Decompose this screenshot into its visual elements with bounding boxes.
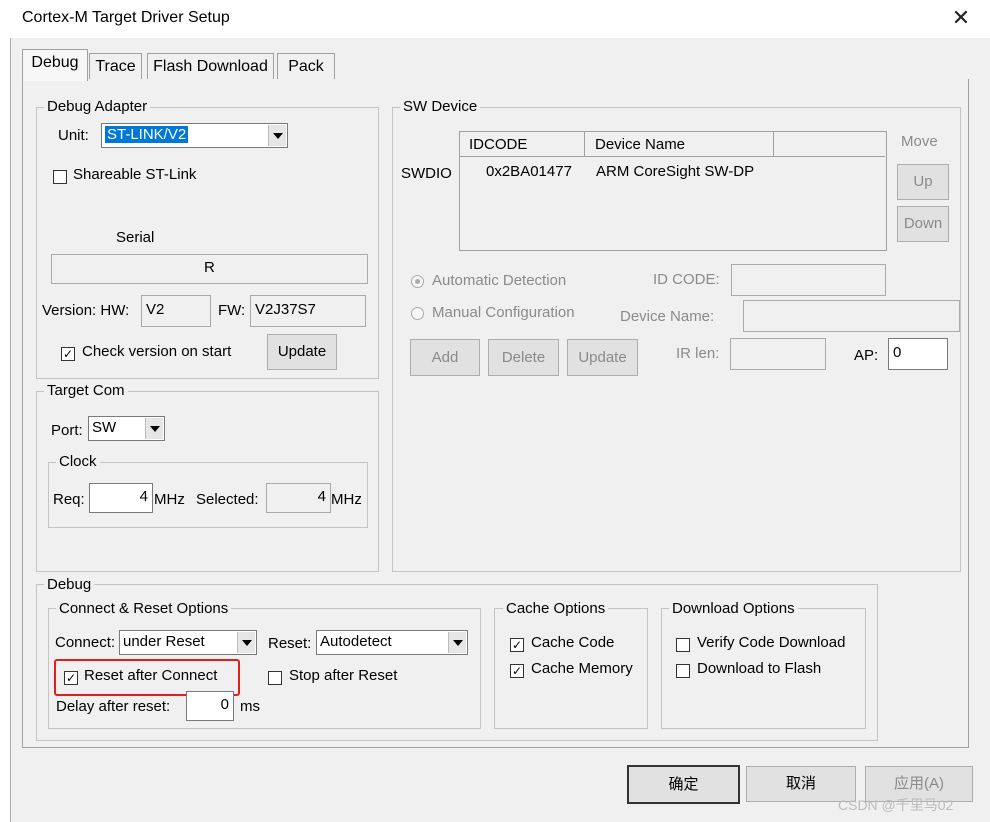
reset-select[interactable]: Autodetect <box>316 630 468 655</box>
download-options-label: Download Options <box>669 600 798 617</box>
hw-value: V2 <box>146 301 165 318</box>
swdio-label: SWDIO <box>401 165 452 182</box>
req-value: 4 <box>139 488 148 505</box>
unit-select-value: ST-LINK/V2 <box>105 126 189 143</box>
delay-value: 0 <box>220 696 229 713</box>
move-label: Move <box>901 133 938 150</box>
ap-value: 0 <box>893 344 902 361</box>
debug-label: Debug <box>44 576 95 593</box>
connect-reset-label: Connect & Reset Options <box>56 600 232 617</box>
fw-value: V2J37S7 <box>255 301 316 318</box>
check-version-label: Check version on start <box>82 343 232 360</box>
column-header-idcode[interactable]: IDCODE <box>460 132 585 157</box>
cache-options-label: Cache Options <box>503 600 609 617</box>
adapter-update-button[interactable]: Update <box>267 334 337 370</box>
cache-code-label: Cache Code <box>531 634 615 651</box>
stop-after-reset-label: Stop after Reset <box>289 667 398 684</box>
verify-download-checkbox[interactable] <box>676 638 690 652</box>
download-flash-checkbox[interactable] <box>676 664 690 678</box>
cache-memory-label: Cache Memory <box>531 660 633 677</box>
column-header-empty <box>774 132 885 157</box>
delay-label: Delay after reset: <box>56 698 171 715</box>
connect-select[interactable]: under Reset <box>119 630 257 655</box>
row-idcode[interactable]: 0x2BA01477 <box>486 163 572 180</box>
delay-input[interactable]: 0 <box>186 691 234 721</box>
delete-button[interactable]: Delete <box>488 339 559 376</box>
window-title: Cortex-M Target Driver Setup <box>22 9 230 26</box>
version-hw-label: Version: HW: <box>42 302 130 319</box>
unit-label: Unit: <box>58 127 89 144</box>
device-name-label: Device Name: <box>620 308 715 325</box>
reset-select-value: Autodetect <box>320 633 392 650</box>
ok-button[interactable]: 确定 <box>627 765 740 804</box>
port-select-value: SW <box>92 419 117 436</box>
cache-code-checkbox[interactable]: ✓ <box>510 638 524 652</box>
chevron-down-icon <box>237 632 255 653</box>
chevron-down-icon <box>145 418 163 439</box>
ap-label: AP: <box>854 347 879 364</box>
serial-field: R <box>51 254 368 284</box>
req-input[interactable]: 4 <box>89 483 153 513</box>
shareable-label: Shareable ST-Link <box>73 166 197 183</box>
tab-debug[interactable]: Debug <box>22 49 88 81</box>
req-label: Req: <box>53 491 85 508</box>
cache-memory-checkbox[interactable]: ✓ <box>510 664 524 678</box>
row-device-name[interactable]: ARM CoreSight SW-DP <box>596 163 754 180</box>
unit-select[interactable]: ST-LINK/V2 <box>101 123 288 148</box>
port-select[interactable]: SW <box>88 416 165 441</box>
down-button[interactable]: Down <box>897 206 949 242</box>
auto-detect-radio[interactable] <box>411 275 424 288</box>
id-code-label: ID CODE: <box>653 271 720 288</box>
up-button[interactable]: Up <box>897 164 949 200</box>
tab-flash-download[interactable]: Flash Download <box>147 53 274 80</box>
idcode-header: IDCODE <box>469 136 528 153</box>
check-version-checkbox[interactable]: ✓ <box>61 347 75 361</box>
serial-label: Serial <box>116 229 155 246</box>
hw-field: V2 <box>141 295 211 327</box>
verify-download-label: Verify Code Download <box>697 634 846 651</box>
selected-field: 4 <box>266 483 331 513</box>
fw-label: FW: <box>218 302 246 319</box>
debug-adapter-label: Debug Adapter <box>44 98 151 115</box>
tab-pack[interactable]: Pack <box>277 53 335 80</box>
ms-label: ms <box>240 698 260 715</box>
connect-select-value: under Reset <box>123 633 205 650</box>
sw-device-list[interactable]: IDCODE Device Name 0x2BA01477 ARM CoreSi… <box>459 131 887 251</box>
sw-update-button[interactable]: Update <box>567 339 638 376</box>
fw-field: V2J37S7 <box>250 295 366 327</box>
sw-device-label: SW Device <box>400 98 481 115</box>
serial-value: R <box>204 259 215 276</box>
stop-after-reset-checkbox[interactable] <box>268 671 282 685</box>
tab-trace[interactable]: Trace <box>89 53 142 80</box>
manual-config-radio[interactable] <box>411 307 424 320</box>
watermark: CSDN @千里马02 <box>838 797 954 813</box>
ir-len-field[interactable] <box>730 338 826 370</box>
reset-label: Reset: <box>268 635 312 652</box>
selected-value: 4 <box>317 488 326 505</box>
port-label: Port: <box>51 422 83 439</box>
connect-label: Connect: <box>55 634 116 651</box>
add-button[interactable]: Add <box>410 339 480 376</box>
selected-mhz-label: MHz <box>331 491 362 508</box>
download-flash-label: Download to Flash <box>697 660 822 677</box>
target-com-label: Target Com <box>44 382 128 399</box>
ir-len-label: IR len: <box>676 345 720 362</box>
req-mhz-label: MHz <box>154 491 185 508</box>
id-code-field[interactable] <box>731 264 886 296</box>
chevron-down-icon <box>268 125 286 146</box>
auto-detect-label: Automatic Detection <box>432 272 567 289</box>
device-name-field[interactable] <box>743 300 960 332</box>
shareable-checkbox[interactable] <box>53 170 67 184</box>
device-name-header: Device Name <box>595 136 686 153</box>
close-icon[interactable]: ✕ <box>946 2 976 34</box>
manual-config-label: Manual Configuration <box>432 304 575 321</box>
ap-input[interactable]: 0 <box>888 338 948 370</box>
chevron-down-icon <box>448 632 466 653</box>
clock-label: Clock <box>56 453 100 470</box>
column-header-device-name[interactable]: Device Name <box>585 132 774 157</box>
selected-label: Selected: <box>196 491 259 508</box>
